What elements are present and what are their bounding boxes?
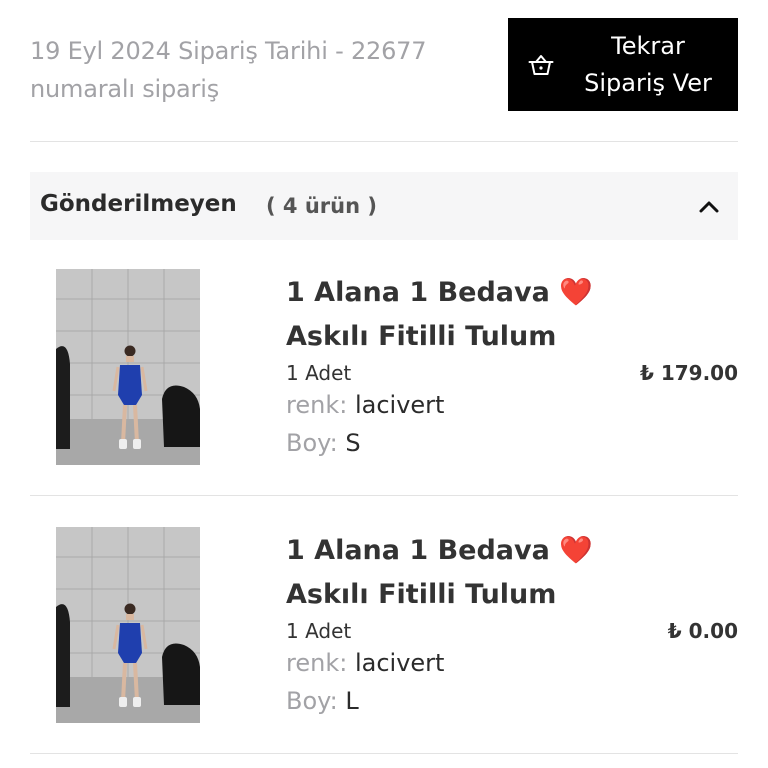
order-date-number: 19 Eyl 2024 Sipariş Tarihi - 22677 [30, 37, 427, 65]
basket-icon [528, 55, 554, 75]
item-size: Boy: L [286, 687, 359, 715]
item-color: renk: lacivert [286, 391, 445, 419]
item-size: Boy: S [286, 429, 361, 457]
order-item: 1 Alana 1 Bedava ❤️ Askılı Fitilli Tulum… [30, 269, 738, 497]
product-title[interactable]: 1 Alana 1 Bedava ❤️ Askılı Fitilli Tulum [286, 529, 626, 617]
product-image[interactable] [56, 527, 200, 723]
heart-icon: ❤️ [559, 277, 593, 308]
reorder-label: Tekrar Sipariş Ver [584, 32, 712, 97]
chevron-up-icon[interactable] [696, 194, 722, 220]
group-toggle-bar[interactable]: Gönderilmeyen ( 4 ürün ) [30, 172, 738, 240]
item-color: renk: lacivert [286, 649, 445, 677]
order-header: 19 Eyl 2024 Sipariş Tarihi - 22677 numar… [30, 18, 738, 113]
group-title: Gönderilmeyen [40, 191, 237, 217]
order-item: 1 Alana 1 Bedava ❤️ Askılı Fitilli Tulum… [30, 527, 738, 755]
item-divider [30, 753, 738, 754]
header-divider [30, 141, 738, 142]
item-quantity: 1 Adet [286, 619, 352, 643]
item-divider [30, 495, 738, 496]
order-meta: 19 Eyl 2024 Sipariş Tarihi - 22677 numar… [30, 32, 470, 108]
item-quantity: 1 Adet [286, 361, 352, 385]
product-image[interactable] [56, 269, 200, 465]
reorder-button[interactable]: Tekrar Sipariş Ver [508, 18, 738, 111]
group-item-count: ( 4 ürün ) [266, 194, 377, 218]
order-number-suffix: numaralı sipariş [30, 75, 219, 103]
item-price: ₺ 0.00 [667, 619, 738, 643]
heart-icon: ❤️ [559, 535, 593, 566]
product-title[interactable]: 1 Alana 1 Bedava ❤️ Askılı Fitilli Tulum [286, 271, 626, 359]
item-price: ₺ 179.00 [639, 361, 738, 385]
